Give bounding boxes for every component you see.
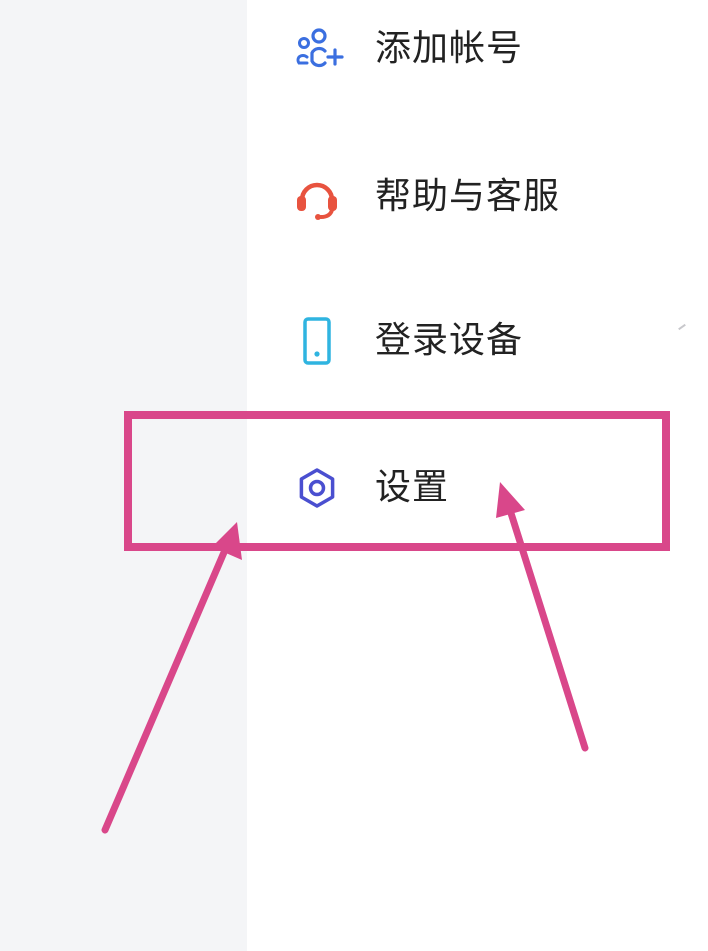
side-menu: 添加帐号 帮助与客服 登录设备 设置 (247, 0, 708, 951)
headset-icon (285, 165, 349, 229)
menu-item-label: 登录设备 (375, 320, 524, 361)
menu-item-label: 帮助与客服 (375, 176, 561, 217)
menu-item-login-devices[interactable]: 登录设备 (247, 286, 708, 396)
menu-item-label: 设置 (375, 467, 450, 508)
add-account-icon (285, 17, 349, 81)
menu-item-add-account[interactable]: 添加帐号 (247, 0, 708, 104)
menu-item-label: 添加帐号 (375, 28, 524, 69)
page: 添加帐号 帮助与客服 登录设备 设置 (0, 0, 708, 951)
left-panel (0, 0, 247, 951)
menu-item-help-service[interactable]: 帮助与客服 (247, 142, 708, 252)
menu-item-settings[interactable]: 设置 (247, 433, 708, 543)
gear-icon (285, 456, 349, 520)
phone-icon (285, 309, 349, 373)
